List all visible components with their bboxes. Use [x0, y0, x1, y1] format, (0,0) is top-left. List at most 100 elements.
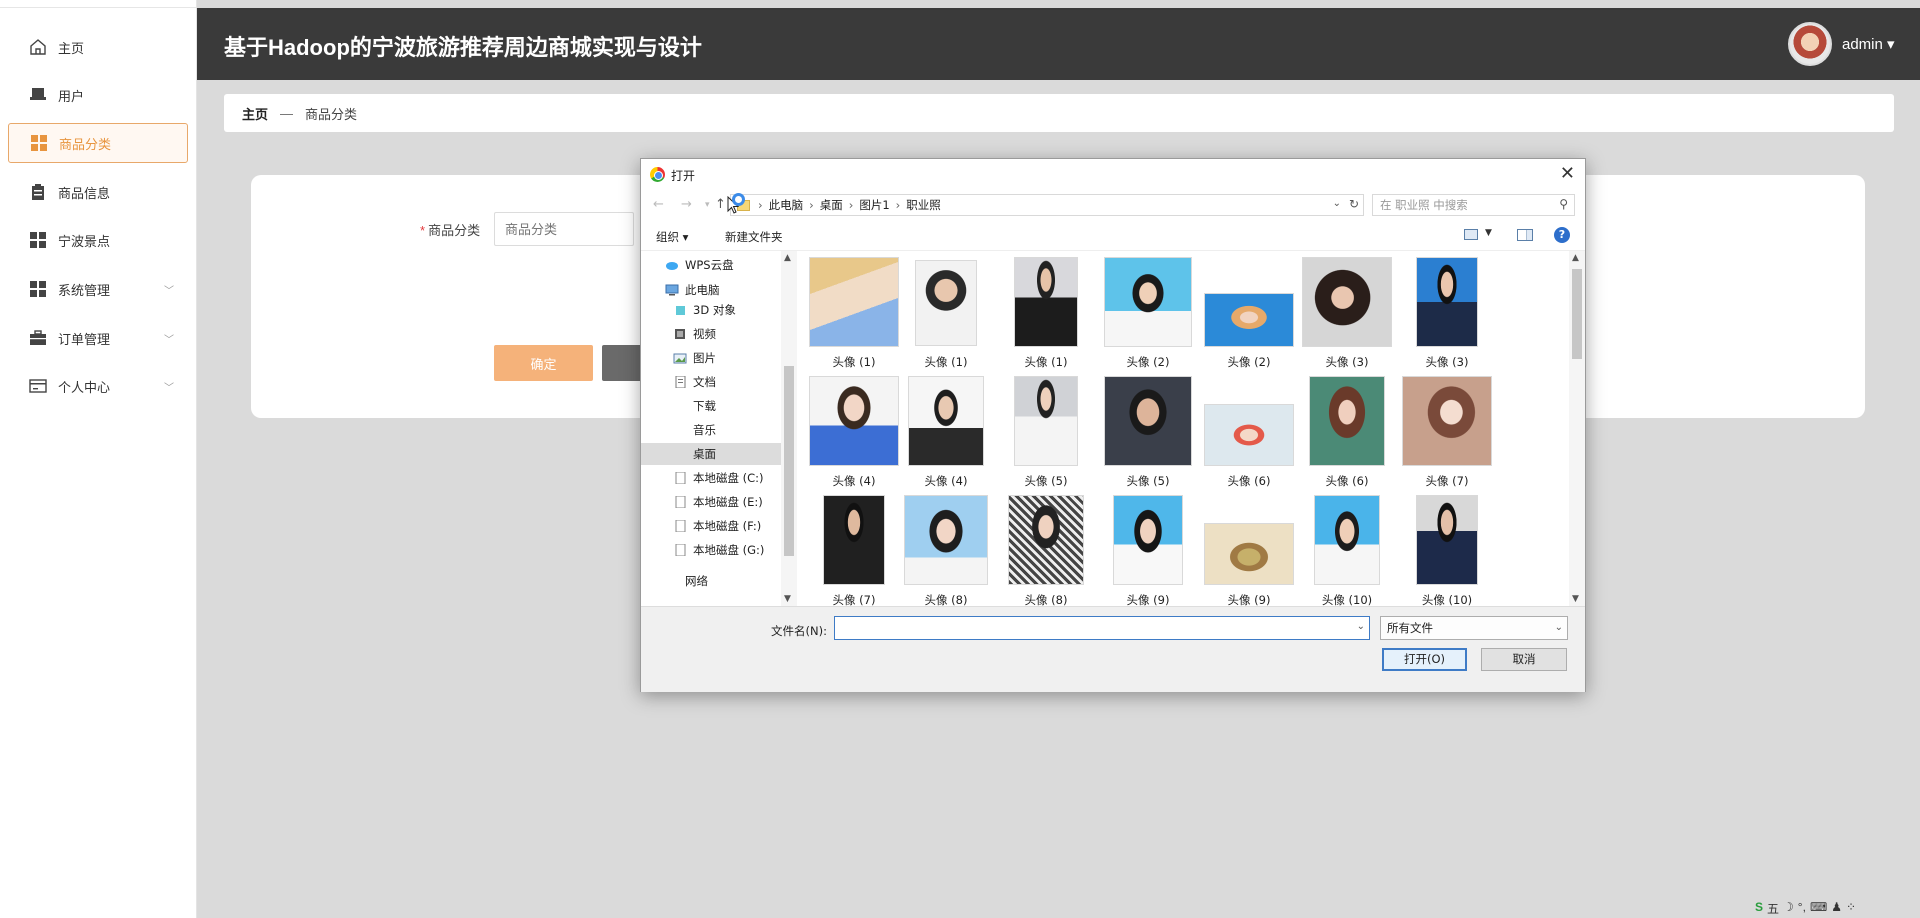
- category-input[interactable]: [494, 212, 634, 246]
- refresh-icon[interactable]: ↻: [1349, 197, 1359, 211]
- scroll-thumb[interactable]: [784, 366, 794, 556]
- open-button[interactable]: 打开(O): [1382, 648, 1467, 671]
- scroll-down-icon[interactable]: ▼: [1572, 594, 1579, 604]
- file-thumbnail[interactable]: 头像 (9): [1199, 495, 1299, 606]
- cancel-button[interactable]: [602, 345, 642, 381]
- sidebar-item-scenic[interactable]: 宁波景点: [8, 220, 188, 260]
- grid-scrollbar[interactable]: ▲ ▼: [1569, 251, 1585, 606]
- avatar[interactable]: [1788, 22, 1832, 66]
- close-icon[interactable]: ✕: [1560, 163, 1575, 184]
- sogou-icon[interactable]: S: [1755, 900, 1763, 917]
- path-segment[interactable]: 此电脑: [769, 197, 804, 213]
- tree-item-drive-e[interactable]: 本地磁盘 (E:): [673, 491, 763, 513]
- breadcrumb-home[interactable]: 主页: [242, 104, 268, 123]
- view-dropdown-icon[interactable]: ▼: [1485, 228, 1492, 238]
- filename-input[interactable]: ⌄: [834, 616, 1370, 640]
- file-thumbnail[interactable]: 头像 (6): [1297, 376, 1397, 494]
- scroll-down-icon[interactable]: ▼: [784, 594, 791, 604]
- photo-thumbnail: [1104, 257, 1192, 347]
- file-thumbnail[interactable]: 头像 (4): [804, 376, 904, 494]
- back-icon[interactable]: ←: [653, 197, 664, 212]
- tree-item-this-pc[interactable]: 此电脑: [665, 279, 720, 301]
- tree-scrollbar[interactable]: ▲ ▼: [781, 251, 797, 606]
- search-input[interactable]: 在 职业照 中搜索 ⚲: [1372, 194, 1575, 216]
- file-thumbnail[interactable]: 头像 (2): [1199, 257, 1299, 375]
- file-name: 头像 (1): [832, 355, 876, 369]
- user-icon[interactable]: ♟: [1831, 900, 1842, 917]
- file-thumbnail[interactable]: 头像 (8): [996, 495, 1096, 606]
- path-segment[interactable]: 桌面: [820, 197, 843, 213]
- keyboard-icon[interactable]: ⌨: [1810, 900, 1827, 917]
- dialog-cancel-button[interactable]: 取消: [1481, 648, 1567, 671]
- tree-item-3d[interactable]: 3D 对象: [673, 299, 736, 321]
- file-thumbnail[interactable]: 头像 (7): [1397, 376, 1497, 494]
- sidebar-item-user[interactable]: 用户: [8, 75, 188, 115]
- sidebar-item-home[interactable]: 主页: [8, 27, 188, 67]
- sidebar-item-category[interactable]: 商品分类: [8, 123, 188, 163]
- file-thumbnail[interactable]: 头像 (4): [896, 376, 996, 494]
- path-segment[interactable]: 职业照: [906, 197, 941, 213]
- photo-thumbnail: [1113, 495, 1183, 585]
- confirm-button[interactable]: 确定: [494, 345, 593, 381]
- address-bar[interactable]: › 此电脑 › 桌面 › 图片1 › 职业照 ⌄ ↻: [730, 194, 1364, 216]
- file-thumbnail[interactable]: 头像 (7): [804, 495, 904, 606]
- tree-item-documents[interactable]: 文档: [673, 371, 716, 393]
- chevron-down-icon[interactable]: ⌄: [1333, 198, 1341, 209]
- tree-item-wps[interactable]: WPS云盘: [665, 254, 734, 276]
- tree-item-label: 桌面: [693, 447, 716, 461]
- tree-item-video[interactable]: 视频: [673, 323, 716, 345]
- tree-item-drive-f[interactable]: 本地磁盘 (F:): [673, 515, 761, 537]
- path-segment[interactable]: 图片1: [859, 197, 889, 213]
- file-name: 头像 (1): [924, 355, 968, 369]
- loading-icon: [732, 193, 745, 206]
- mouse-cursor: [727, 193, 745, 214]
- ime-mode[interactable]: 五: [1767, 900, 1779, 917]
- tree-item-desktop[interactable]: 桌面: [641, 443, 781, 465]
- sidebar-item-label: 订单管理: [58, 331, 111, 347]
- scroll-up-icon[interactable]: ▲: [784, 253, 791, 263]
- breadcrumb-current: 商品分类: [305, 106, 358, 122]
- sidebar-item-system[interactable]: 系统管理 ﹀: [8, 269, 188, 309]
- apps-icon[interactable]: ⁘: [1846, 900, 1856, 917]
- sidebar-item-product-info[interactable]: 商品信息: [8, 172, 188, 212]
- file-thumbnail[interactable]: 头像 (3): [1397, 257, 1497, 375]
- tree-item-music[interactable]: 音乐: [673, 419, 716, 441]
- sidebar-item-label: 系统管理: [58, 282, 111, 298]
- tree-item-network[interactable]: 网络: [665, 570, 708, 592]
- tree-item-pictures[interactable]: 图片: [673, 347, 716, 369]
- recent-dropdown-icon[interactable]: ▾: [705, 200, 710, 210]
- punctuation-icon[interactable]: °,: [1798, 900, 1806, 917]
- moon-icon[interactable]: ☽: [1783, 900, 1794, 917]
- file-thumbnail[interactable]: 头像 (8): [896, 495, 996, 606]
- filetype-select[interactable]: 所有文件 ⌄: [1380, 616, 1568, 640]
- view-icon[interactable]: [1464, 229, 1478, 240]
- organize-button[interactable]: 组织 ▾: [656, 229, 688, 245]
- file-thumbnail[interactable]: 头像 (3): [1297, 257, 1397, 375]
- file-thumbnail[interactable]: 头像 (5): [1098, 376, 1198, 494]
- tree-item-downloads[interactable]: 下载: [673, 395, 716, 417]
- file-thumbnail[interactable]: 头像 (9): [1098, 495, 1198, 606]
- file-thumbnail[interactable]: 头像 (5): [996, 376, 1096, 494]
- chevron-down-icon[interactable]: ⌄: [1357, 621, 1365, 632]
- scroll-up-icon[interactable]: ▲: [1572, 253, 1579, 263]
- file-thumbnail[interactable]: 头像 (1): [996, 257, 1096, 375]
- sidebar-item-profile[interactable]: 个人中心 ﹀: [8, 366, 188, 406]
- file-name: 头像 (6): [1325, 474, 1369, 488]
- up-icon[interactable]: ↑: [715, 197, 726, 212]
- tree-item-drive-g[interactable]: 本地磁盘 (G:): [673, 539, 764, 561]
- sidebar-item-orders[interactable]: 订单管理 ﹀: [8, 318, 188, 358]
- scroll-thumb[interactable]: [1572, 269, 1582, 359]
- file-thumbnail[interactable]: 头像 (10): [1297, 495, 1397, 606]
- preview-pane-icon[interactable]: [1517, 229, 1533, 241]
- chevron-down-icon: ﹀: [164, 383, 174, 394]
- forward-icon[interactable]: →: [681, 197, 692, 212]
- file-thumbnail[interactable]: 头像 (1): [804, 257, 904, 375]
- new-folder-button[interactable]: 新建文件夹: [725, 229, 783, 245]
- user-menu[interactable]: admin ▾: [1842, 35, 1895, 53]
- tree-item-drive-c[interactable]: 本地磁盘 (C:): [673, 467, 764, 489]
- file-thumbnail[interactable]: 头像 (1): [896, 257, 996, 375]
- file-thumbnail[interactable]: 头像 (10): [1397, 495, 1497, 606]
- file-thumbnail[interactable]: 头像 (2): [1098, 257, 1198, 375]
- file-thumbnail[interactable]: 头像 (6): [1199, 376, 1299, 494]
- help-icon[interactable]: ?: [1554, 227, 1570, 243]
